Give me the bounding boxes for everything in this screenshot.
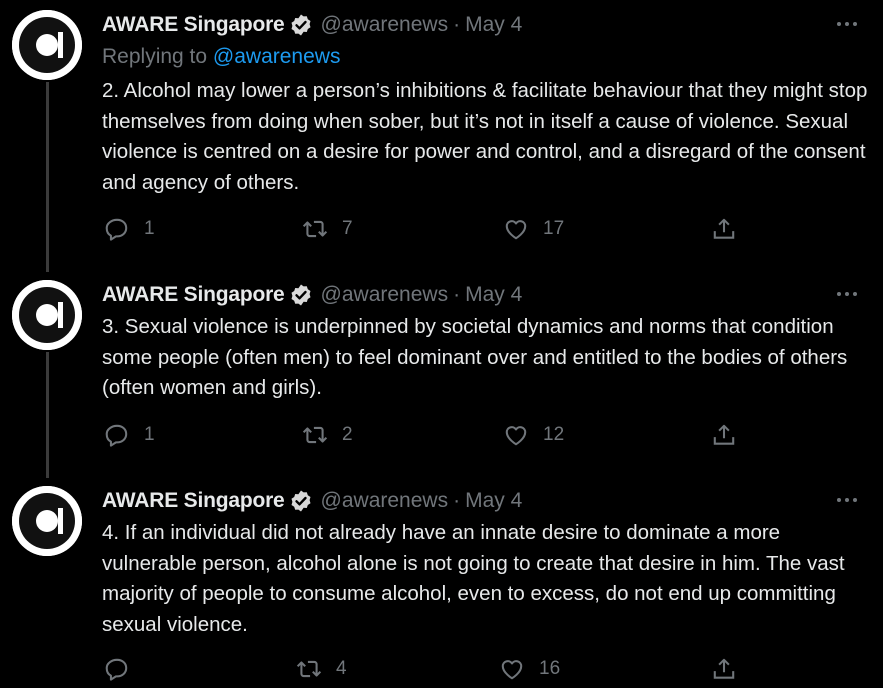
author-handle[interactable]: @awarenews	[321, 13, 449, 37]
avatar[interactable]	[12, 280, 82, 350]
reply-count: 1	[144, 218, 155, 239]
author-handle[interactable]: @awarenews	[321, 283, 449, 307]
author-handle[interactable]: @awarenews	[321, 489, 449, 513]
share-button[interactable]	[711, 418, 737, 452]
aware-logo-icon	[12, 10, 82, 80]
replying-to: Replying to @awarenews	[102, 45, 340, 69]
tweet-header: AWARE Singapore @awarenews · May 4	[102, 282, 522, 308]
share-icon	[713, 424, 735, 445]
tweet-actions: 4 16	[0, 652, 883, 686]
tweet-date[interactable]: May 4	[465, 13, 522, 37]
reply-count: 1	[144, 424, 155, 445]
avatar[interactable]	[12, 10, 82, 80]
thread-connector	[46, 352, 49, 478]
reply-icon	[105, 658, 128, 681]
author-name[interactable]: AWARE Singapore	[102, 13, 285, 37]
like-button[interactable]: 16	[499, 652, 560, 686]
replying-label: Replying to	[102, 45, 208, 68]
retweet-icon	[302, 220, 328, 238]
aware-logo-icon	[12, 280, 82, 350]
verified-badge-icon	[289, 13, 313, 37]
reply-button[interactable]: 1	[104, 418, 155, 452]
aware-logo-icon	[12, 486, 82, 556]
share-button[interactable]	[711, 652, 737, 686]
reply-icon	[105, 218, 128, 241]
author-name[interactable]: AWARE Singapore	[102, 489, 285, 513]
tweet-header: AWARE Singapore @awarenews · May 4	[102, 488, 522, 514]
heart-icon	[501, 660, 523, 680]
verified-badge-icon	[289, 283, 313, 307]
more-options-icon[interactable]	[833, 284, 861, 304]
separator: ·	[453, 283, 461, 306]
tweet-actions: 1 7 17	[0, 212, 883, 246]
separator: ·	[453, 13, 461, 36]
retweet-button[interactable]: 7	[302, 212, 353, 246]
replying-mention-link[interactable]: @awarenews	[213, 45, 341, 68]
reply-button[interactable]	[104, 652, 144, 686]
like-count: 17	[543, 218, 565, 239]
tweet-text: 3. Sexual violence is underpinned by soc…	[102, 315, 848, 399]
like-button[interactable]: 17	[503, 212, 564, 246]
author-name[interactable]: AWARE Singapore	[102, 283, 285, 307]
tweet-thread: AWARE Singapore @awarenews · May 4 Reply…	[0, 0, 883, 688]
reply-button[interactable]: 1	[104, 212, 155, 246]
verified-badge-icon	[289, 489, 313, 513]
share-button[interactable]	[711, 212, 737, 246]
retweet-button[interactable]: 2	[302, 418, 353, 452]
reply-icon	[105, 424, 128, 447]
retweet-count: 4	[336, 658, 347, 679]
heart-icon	[505, 220, 527, 240]
tweet-header: AWARE Singapore @awarenews · May 4	[102, 12, 522, 38]
more-options-icon[interactable]	[833, 490, 861, 510]
tweet-2[interactable]: AWARE Singapore @awarenews · May 4 Reply…	[0, 0, 883, 272]
tweet-3[interactable]: AWARE Singapore @awarenews · May 4 3. Se…	[0, 272, 883, 478]
tweet-date[interactable]: May 4	[465, 283, 522, 307]
like-count: 12	[543, 424, 565, 445]
share-icon	[713, 658, 735, 679]
share-icon	[713, 218, 735, 239]
like-count: 16	[539, 658, 561, 679]
tweet-4[interactable]: AWARE Singapore @awarenews · May 4 4. If…	[0, 478, 883, 688]
more-options-icon[interactable]	[833, 14, 861, 34]
retweet-icon	[296, 660, 322, 678]
like-button[interactable]: 12	[503, 418, 564, 452]
retweet-count: 7	[342, 218, 353, 239]
tweet-text: 4. If an individual did not already have…	[102, 521, 845, 636]
tweet-text: 2. Alcohol may lower a person’s inhibiti…	[102, 79, 868, 194]
separator: ·	[453, 489, 461, 512]
retweet-button[interactable]: 4	[296, 652, 347, 686]
retweet-icon	[302, 426, 328, 444]
avatar[interactable]	[12, 486, 82, 556]
heart-icon	[505, 426, 527, 446]
retweet-count: 2	[342, 424, 353, 445]
tweet-date[interactable]: May 4	[465, 489, 522, 513]
tweet-actions: 1 2 12	[0, 418, 883, 452]
